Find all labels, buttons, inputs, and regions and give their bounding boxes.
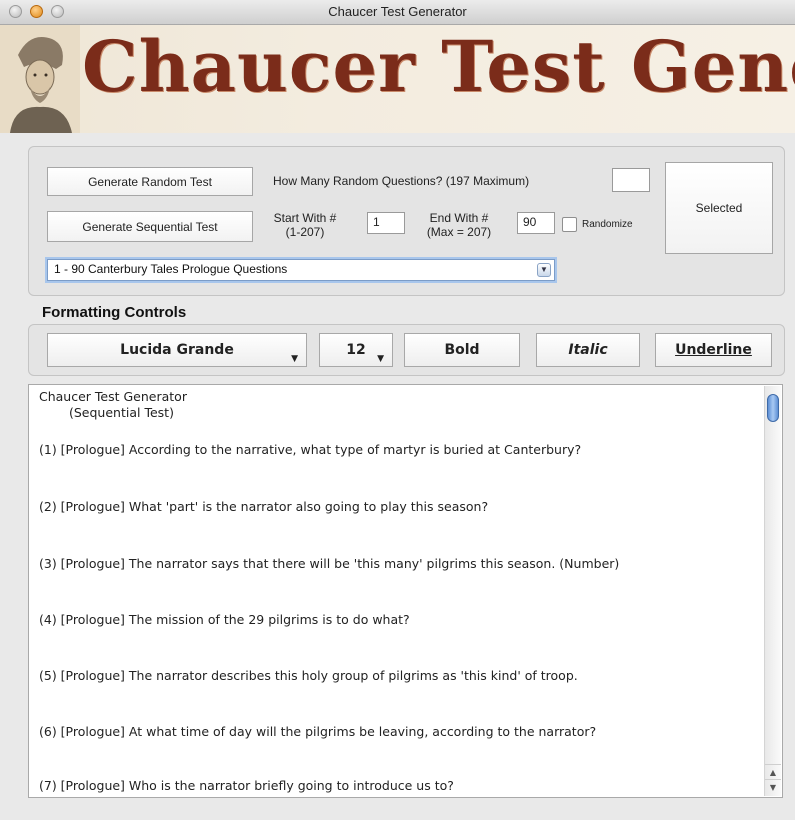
end-with-input[interactable]: 90	[517, 212, 555, 234]
question-line: (1) [Prologue] According to the narrativ…	[39, 442, 582, 457]
generate-random-test-button[interactable]: Generate Random Test	[47, 167, 253, 196]
end-with-label-line1: End With #	[429, 211, 489, 225]
end-with-label-line2: (Max = 207)	[426, 225, 492, 239]
question-set-select[interactable]: 1 - 90 Canterbury Tales Prologue Questio…	[47, 259, 555, 281]
question-set-value: 1 - 90 Canterbury Tales Prologue Questio…	[54, 262, 288, 276]
question-line: (2) [Prologue] What 'part' is the narrat…	[39, 499, 489, 514]
chaucer-portrait-icon	[0, 25, 80, 133]
chevron-down-icon: ▼	[377, 354, 384, 364]
font-size-select[interactable]: 12 ▼	[319, 333, 393, 367]
scroll-thumb[interactable]	[767, 394, 779, 422]
font-size-value: 12	[346, 342, 366, 358]
scroll-down-icon[interactable]: ▼	[765, 779, 781, 795]
vertical-scrollbar[interactable]: ▲ ▼	[764, 386, 781, 796]
app-window: Chaucer Test Generator Chaucer Test Gene…	[0, 0, 795, 820]
font-family-value: Lucida Grande	[120, 342, 234, 358]
font-family-select[interactable]: Lucida Grande ▼	[47, 333, 307, 367]
start-with-label: Start With # (1-207)	[266, 211, 344, 239]
italic-button[interactable]: Italic	[536, 333, 640, 367]
question-line: (4) [Prologue] The mission of the 29 pil…	[39, 612, 410, 627]
banner-title: Chaucer Test Generator	[82, 25, 795, 108]
how-many-label: How Many Random Questions? (197 Maximum)	[273, 174, 530, 188]
generate-sequential-test-button[interactable]: Generate Sequential Test	[47, 211, 253, 242]
scroll-up-icon[interactable]: ▲	[765, 764, 781, 780]
randomize-checkbox[interactable]	[562, 217, 577, 232]
randomize-label: Randomize	[582, 219, 633, 230]
question-line: (7) [Prologue] Who is the narrator brief…	[39, 778, 454, 793]
doc-heading: Chaucer Test Generator	[39, 389, 187, 404]
title-bar: Chaucer Test Generator	[0, 0, 795, 25]
question-line: (3) [Prologue] The narrator says that th…	[39, 556, 620, 571]
header-banner: Chaucer Test Generator	[0, 25, 795, 133]
doc-subheading: (Sequential Test)	[69, 405, 174, 420]
how-many-input[interactable]	[612, 168, 650, 192]
underline-button[interactable]: Underline	[655, 333, 772, 367]
selected-button[interactable]: Selected	[665, 162, 773, 254]
window-title: Chaucer Test Generator	[328, 4, 467, 19]
bold-button[interactable]: Bold	[404, 333, 520, 367]
start-with-label-line1: Start With #	[273, 211, 337, 225]
chevron-down-icon: ▼	[291, 354, 298, 364]
question-line: (6) [Prologue] At what time of day will …	[39, 724, 597, 739]
formatting-controls-title: Formatting Controls	[42, 304, 187, 321]
chevron-down-icon[interactable]: ▼	[537, 263, 551, 277]
end-with-label: End With # (Max = 207)	[413, 211, 505, 239]
test-output-textarea[interactable]: Chaucer Test Generator (Sequential Test)…	[28, 384, 783, 798]
start-with-label-line2: (1-207)	[285, 225, 325, 239]
start-with-input[interactable]: 1	[367, 212, 405, 234]
question-line: (5) [Prologue] The narrator describes th…	[39, 668, 578, 683]
